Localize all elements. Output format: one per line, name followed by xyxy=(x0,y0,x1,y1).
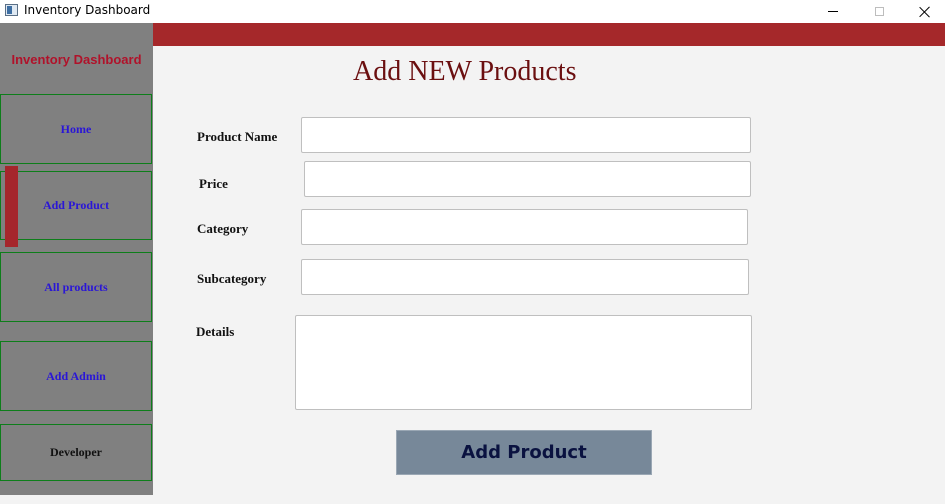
add-product-button[interactable]: Add Product xyxy=(396,430,652,475)
subcategory-label: Subcategory xyxy=(197,271,267,286)
sidebar-item-all-products[interactable]: All products xyxy=(0,252,152,322)
sidebar-item-developer[interactable]: Developer xyxy=(0,424,152,481)
maximize-icon xyxy=(874,7,884,16)
sidebar-item-label: Developer xyxy=(50,445,102,459)
price-label: Price xyxy=(199,176,228,191)
sidebar-item-add-admin[interactable]: Add Admin xyxy=(0,341,152,411)
app-window-icon xyxy=(5,4,18,16)
sidebar: Inventory Dashboard Home Add Product All… xyxy=(0,23,153,495)
minimize-icon xyxy=(828,11,838,12)
sidebar-title: Inventory Dashboard xyxy=(11,51,142,67)
sidebar-item-add-product[interactable]: Add Product xyxy=(0,171,152,240)
details-label: Details xyxy=(196,324,235,339)
window-title: Inventory Dashboard xyxy=(24,3,151,17)
sidebar-item-label: Add Admin xyxy=(46,368,106,383)
sidebar-item-label: Add Product xyxy=(42,198,110,212)
price-input[interactable] xyxy=(304,161,751,197)
minimize-button[interactable] xyxy=(810,0,856,23)
close-button[interactable] xyxy=(902,0,945,23)
active-item-indicator xyxy=(5,166,18,247)
sidebar-item-home[interactable]: Home xyxy=(0,94,152,164)
category-input[interactable] xyxy=(301,209,748,245)
details-textarea[interactable] xyxy=(295,315,752,410)
page-title: Add NEW Products xyxy=(353,56,577,87)
sidebar-item-label: All products xyxy=(44,279,108,294)
category-label: Category xyxy=(197,221,249,236)
close-icon xyxy=(919,6,931,18)
product-name-label: Product Name xyxy=(197,129,278,144)
add-product-button-label: Add Product xyxy=(461,442,587,463)
sidebar-header: Inventory Dashboard xyxy=(0,23,153,95)
window-title-bar: Inventory Dashboard xyxy=(0,0,945,23)
maximize-button[interactable] xyxy=(856,0,902,23)
sidebar-item-label: Home xyxy=(60,121,92,136)
subcategory-input[interactable] xyxy=(301,259,749,295)
top-banner xyxy=(153,23,945,46)
product-name-input[interactable] xyxy=(301,117,751,153)
